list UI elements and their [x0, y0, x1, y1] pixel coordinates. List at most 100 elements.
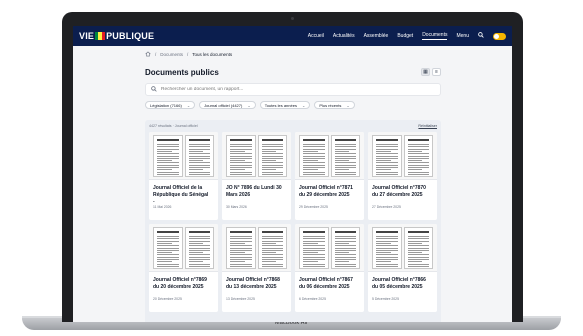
page-text-line — [334, 157, 356, 159]
nav-link-accueil[interactable]: Accueil — [308, 33, 324, 39]
page-text-line — [334, 252, 349, 253]
page-text-line — [261, 150, 276, 152]
page-text-line — [334, 162, 356, 163]
page-text-line — [376, 256, 398, 258]
page-text-line — [261, 263, 283, 265]
document-card[interactable]: Journal Officiel n°7871 du 29 décembre 2… — [295, 132, 364, 220]
page-text-line — [303, 242, 318, 244]
page-text-line — [157, 254, 179, 255]
nav-link-assemblee[interactable]: Assemblée — [364, 33, 389, 39]
camera-dot — [291, 17, 294, 20]
document-title: JO N° 7896 du Lundi 30 Mars 2026 — [226, 185, 282, 198]
grid-view-icon[interactable]: ▦ — [421, 68, 430, 76]
document-page-preview — [226, 135, 256, 177]
nav-link-documents[interactable]: Documents — [422, 32, 448, 40]
document-card[interactable]: Journal Officiel n°7868 du 13 décembre 2… — [222, 224, 291, 312]
filter-journal-officiel[interactable]: Journal officiel (4427) ⌄ — [199, 101, 256, 109]
filter-legislation[interactable]: Législation (7166) ⌄ — [145, 101, 196, 109]
page-text-line — [407, 153, 429, 154]
site-logo[interactable]: VIE PUBLIQUE — [79, 31, 154, 41]
page-text-line — [376, 150, 391, 152]
page-text-line — [407, 252, 422, 253]
page-text-line — [188, 265, 210, 267]
document-thumbnail — [295, 132, 364, 180]
page-text-line — [157, 167, 179, 168]
document-page-preview — [299, 135, 329, 177]
document-card[interactable]: Journal Officiel n°7869 du 20 décembre 2… — [149, 224, 218, 312]
page-text-line — [407, 238, 429, 239]
page-text-line — [261, 254, 283, 255]
page-header-line — [376, 139, 398, 141]
document-date: 30 Mars 2026 — [226, 205, 247, 209]
page-text-line — [303, 160, 318, 161]
document-card[interactable]: Journal Officiel de la République du Sén… — [149, 132, 218, 220]
page-text-line — [407, 167, 429, 168]
nav-link-actualites[interactable]: Actualités — [333, 33, 355, 39]
search-icon[interactable] — [478, 32, 484, 40]
page-text-line — [157, 256, 179, 258]
page-text-line — [303, 254, 325, 255]
page-text-line — [261, 236, 283, 237]
page-text-line — [230, 162, 252, 163]
breadcrumb-documents[interactable]: Documents — [160, 52, 183, 57]
document-card[interactable]: Journal Officiel n°7867 du 06 décembre 2… — [295, 224, 364, 312]
page-text-line — [157, 173, 179, 175]
page-text-line — [261, 238, 283, 239]
filter-sort[interactable]: Plus récents ⌄ — [314, 101, 355, 109]
nav-links: Accueil Actualités Assemblée Budget Docu… — [308, 32, 506, 40]
document-card[interactable]: Journal Officiel n°7866 du 05 décembre 2… — [368, 224, 437, 312]
page-text-line — [230, 164, 252, 166]
page-text-line — [157, 162, 179, 163]
page-text-line — [188, 247, 210, 249]
document-page-preview — [330, 227, 360, 269]
page-text-line — [230, 249, 252, 251]
page-text-line — [376, 249, 398, 251]
page-text-line — [188, 259, 210, 260]
document-page-preview — [153, 135, 183, 177]
chevron-down-icon: ⌄ — [301, 102, 306, 108]
search-input[interactable] — [161, 87, 361, 92]
document-card[interactable]: JO N° 7896 du Lundi 30 Mars 2026 30 Mars … — [222, 132, 291, 220]
page-text-line — [334, 155, 356, 157]
page-text-line — [157, 238, 179, 239]
document-thumbnail — [368, 132, 437, 180]
reset-filters-link[interactable]: Réinitialiser — [418, 124, 437, 131]
page-text-line — [261, 256, 283, 258]
page-text-line — [407, 171, 429, 173]
page-text-line — [188, 236, 210, 237]
page-header-line — [157, 231, 179, 233]
theme-toggle[interactable] — [493, 32, 506, 40]
page-header-line — [334, 231, 356, 233]
page-text-line — [376, 144, 398, 145]
filter-label: Plus récents — [319, 102, 342, 108]
page-text-line — [334, 160, 349, 161]
page-text-line — [261, 259, 283, 260]
page-text-line — [261, 247, 283, 249]
page-text-line — [303, 144, 325, 145]
page-text-line — [303, 167, 325, 168]
home-icon[interactable] — [145, 51, 151, 57]
page-text-line — [230, 263, 252, 265]
nav-link-menu[interactable]: Menu — [456, 33, 469, 39]
document-card[interactable]: Journal Officiel n°7870 du 27 décembre 2… — [368, 132, 437, 220]
page-text-line — [407, 173, 429, 175]
page-text-line — [376, 236, 398, 237]
page-text-line — [407, 155, 429, 157]
page-text-line — [261, 146, 283, 147]
page-text-line — [230, 146, 252, 147]
page-text-line — [376, 265, 398, 267]
filter-year[interactable]: Toutes les années ⌄ — [259, 101, 311, 109]
results-panel: 4427 résultats · Journal officiel Réinit… — [145, 120, 441, 322]
page-text-line — [261, 171, 283, 173]
page-header-line — [261, 231, 283, 233]
page-text-line — [334, 240, 356, 242]
page-text-line — [407, 254, 429, 255]
results-header: 4427 résultats · Journal officiel Réinit… — [149, 124, 437, 131]
page-text-line — [157, 263, 179, 265]
page-text-line — [376, 238, 398, 239]
page-text-line — [303, 153, 325, 154]
nav-link-budget[interactable]: Budget — [397, 33, 413, 39]
page-text-line — [157, 146, 179, 147]
list-view-icon[interactable]: ≡ — [432, 68, 441, 76]
page-header-line — [188, 231, 210, 233]
